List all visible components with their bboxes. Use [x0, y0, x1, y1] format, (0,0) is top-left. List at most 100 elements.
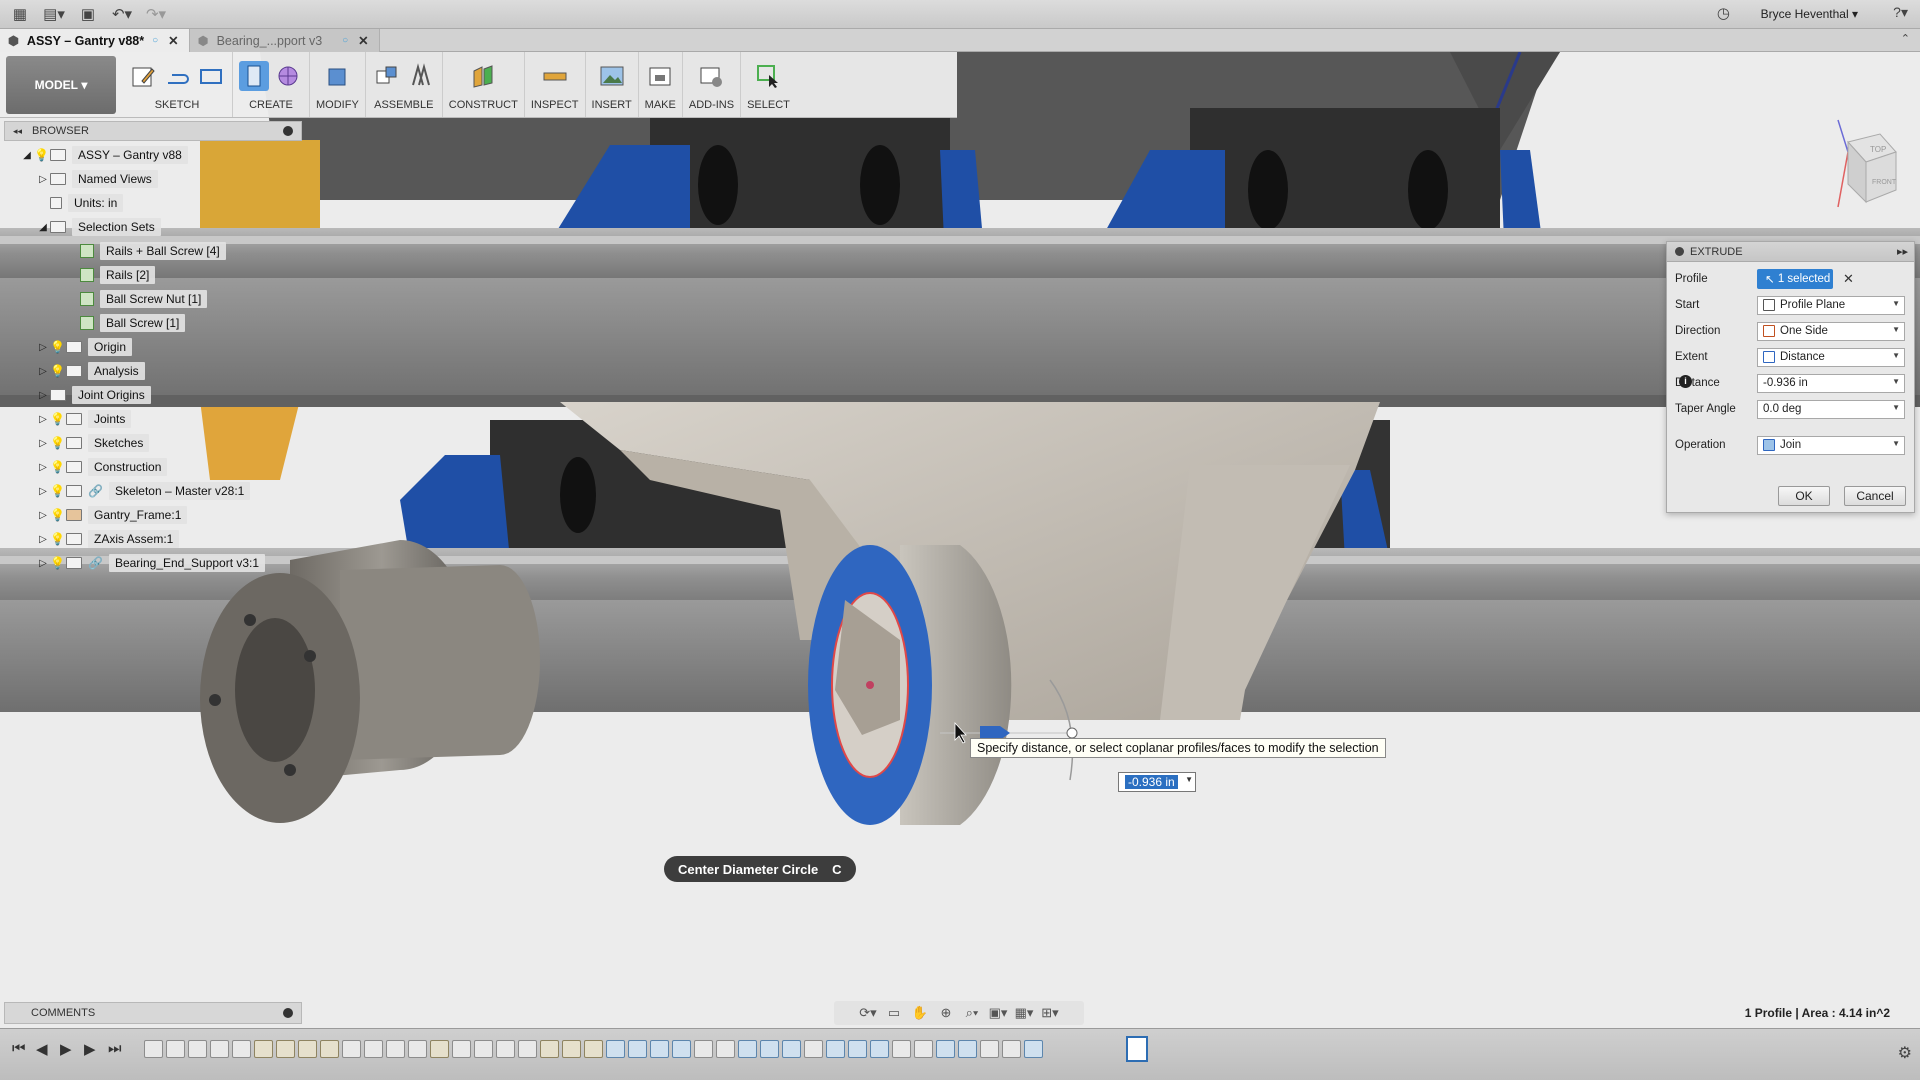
timeline-feature[interactable] [716, 1040, 735, 1058]
timeline-feature[interactable] [518, 1040, 537, 1058]
insert-image-icon[interactable] [597, 61, 627, 91]
timeline-feature[interactable] [144, 1040, 163, 1058]
expand-icon[interactable]: ▷ [36, 390, 50, 401]
selection-set-item[interactable]: Ball Screw Nut [1] [4, 287, 302, 311]
timeline-feature[interactable] [1002, 1040, 1021, 1058]
timeline-feature[interactable] [848, 1040, 867, 1058]
lightbulb-icon[interactable]: 💡 [50, 508, 65, 522]
file-menu-icon[interactable]: ▤▾ [40, 3, 68, 25]
extrude-header[interactable]: EXTRUDE ▸▸ [1667, 242, 1914, 262]
step-back-icon[interactable]: ◀ [36, 1040, 48, 1058]
expand-dialog-icon[interactable]: ▸▸ [1897, 245, 1908, 258]
form-icon[interactable] [273, 61, 303, 91]
lightbulb-icon[interactable]: 💡 [50, 412, 65, 426]
viewports-icon[interactable]: ⊞▾ [1039, 1004, 1061, 1022]
timeline-current-feature[interactable] [1126, 1036, 1148, 1062]
taper-angle-input[interactable]: 0.0 deg ▼ [1757, 399, 1905, 419]
timeline-feature[interactable] [232, 1040, 251, 1058]
close-tab-icon[interactable]: ✕ [168, 33, 178, 48]
timeline-feature[interactable] [606, 1040, 625, 1058]
browser-item-units[interactable]: Units: in [4, 191, 302, 215]
display-settings-icon[interactable]: ▣▾ [987, 1004, 1009, 1022]
distance-input[interactable]: -0.936 in ▼ [1757, 373, 1905, 393]
dropdown-arrow-icon[interactable]: ▼ [1185, 775, 1193, 784]
browser-item-joint-origins[interactable]: ▷ Joint Origins [4, 383, 302, 407]
toolbar-group-create[interactable]: CREATE [233, 52, 310, 117]
timeline-feature[interactable] [958, 1040, 977, 1058]
joint-icon[interactable] [406, 61, 436, 91]
timeline-feature[interactable] [672, 1040, 691, 1058]
timeline-feature[interactable] [210, 1040, 229, 1058]
go-to-start-icon[interactable]: ⏮ [12, 1040, 26, 1057]
ok-button[interactable]: OK [1778, 486, 1830, 506]
browser-item-named-views[interactable]: ▷ Named Views [4, 167, 302, 191]
browser-item-root[interactable]: ◢ 💡 ASSY – Gantry v88 [4, 143, 302, 167]
browser-item-gantry-frame[interactable]: ▷ 💡 Gantry_Frame:1 [4, 503, 302, 527]
rectangle-icon[interactable] [196, 61, 226, 91]
expand-icon[interactable]: ▷ [36, 510, 50, 521]
timeline-feature[interactable] [914, 1040, 933, 1058]
create-sketch-icon[interactable] [128, 61, 158, 91]
browser-header[interactable]: ◂◂ BROWSER [4, 121, 302, 141]
orbit-icon[interactable]: ⟳▾ [857, 1004, 879, 1022]
add-comment-icon[interactable] [283, 1008, 293, 1018]
dropdown-arrow-icon[interactable]: ▼ [1892, 377, 1900, 386]
timeline-feature[interactable] [804, 1040, 823, 1058]
go-to-end-icon[interactable]: ⏭ [108, 1040, 122, 1057]
expand-icon[interactable]: ▷ [36, 342, 50, 353]
expand-icon[interactable]: ▷ [36, 462, 50, 473]
toolbar-group-modify[interactable]: MODIFY [310, 52, 366, 117]
expand-icon[interactable]: ▷ [36, 534, 50, 545]
toolbar-group-select[interactable]: SELECT [741, 52, 796, 117]
measure-icon[interactable] [540, 61, 570, 91]
browser-item-skeleton[interactable]: ▷ 💡 🔗 Skeleton – Master v28:1 [4, 479, 302, 503]
lightbulb-icon[interactable]: 💡 [50, 436, 65, 450]
timeline-feature[interactable] [562, 1040, 581, 1058]
offset-plane-icon[interactable] [468, 61, 498, 91]
clear-selection-icon[interactable]: ✕ [1843, 271, 1854, 287]
zoom-icon[interactable]: ⊕ [935, 1004, 957, 1022]
timeline-feature[interactable] [408, 1040, 427, 1058]
pan-icon[interactable]: ✋ [909, 1004, 931, 1022]
timeline-feature[interactable] [1024, 1040, 1043, 1058]
toolbar-group-addins[interactable]: ADD-INS [683, 52, 742, 117]
toolbar-group-inspect[interactable]: INSPECT [525, 52, 586, 117]
timeline-feature[interactable] [166, 1040, 185, 1058]
user-menu[interactable]: Bryce Heventhal ▾ [1761, 7, 1858, 21]
timeline-feature[interactable] [430, 1040, 449, 1058]
timeline-feature[interactable] [188, 1040, 207, 1058]
doc-tab-assy[interactable]: ⬢ ASSY – Gantry v88* ○ ✕ [0, 29, 190, 52]
profile-selection-button[interactable]: ↖ 1 selected [1757, 269, 1833, 289]
timeline-settings-icon[interactable]: ⚙ [1898, 1043, 1912, 1063]
browser-item-bearing-end-support[interactable]: ▷ 💡 🔗 Bearing_End_Support v3:1 [4, 551, 302, 575]
lightbulb-icon[interactable]: 💡 [50, 556, 65, 570]
timeline-feature[interactable] [364, 1040, 383, 1058]
dropdown-arrow-icon[interactable]: ▼ [1892, 403, 1900, 412]
expand-icon[interactable]: ▷ [36, 414, 50, 425]
toolbar-group-insert[interactable]: INSERT [586, 52, 639, 117]
timeline-feature[interactable] [320, 1040, 339, 1058]
toolbar-group-construct[interactable]: CONSTRUCT [443, 52, 525, 117]
browser-item-zaxis[interactable]: ▷ 💡 ZAxis Assem:1 [4, 527, 302, 551]
timeline-feature[interactable] [628, 1040, 647, 1058]
timeline-feature[interactable] [760, 1040, 779, 1058]
step-forward-icon[interactable]: ▶ [84, 1040, 96, 1058]
extrude-icon[interactable] [239, 61, 269, 91]
collapse-icon[interactable]: ◂◂ [13, 126, 22, 137]
timeline-feature[interactable] [738, 1040, 757, 1058]
toolbar-group-make[interactable]: MAKE [639, 52, 683, 117]
lightbulb-icon[interactable]: 💡 [50, 460, 65, 474]
job-status-icon[interactable]: ◷ [1717, 4, 1730, 22]
view-cube[interactable]: TOP FRONT [1818, 112, 1898, 212]
timeline-feature[interactable] [694, 1040, 713, 1058]
timeline-feature[interactable] [276, 1040, 295, 1058]
grid-icon[interactable]: ▦▾ [1013, 1004, 1035, 1022]
browser-item-construction[interactable]: ▷ 💡 Construction [4, 455, 302, 479]
selection-set-item[interactable]: Ball Screw [1] [4, 311, 302, 335]
new-component-icon[interactable] [372, 61, 402, 91]
help-icon[interactable]: ?▾ [1893, 4, 1908, 21]
timeline-feature[interactable] [584, 1040, 603, 1058]
timeline-feature[interactable] [980, 1040, 999, 1058]
expand-icon[interactable]: ◢ [36, 222, 50, 233]
select-icon[interactable] [753, 61, 783, 91]
